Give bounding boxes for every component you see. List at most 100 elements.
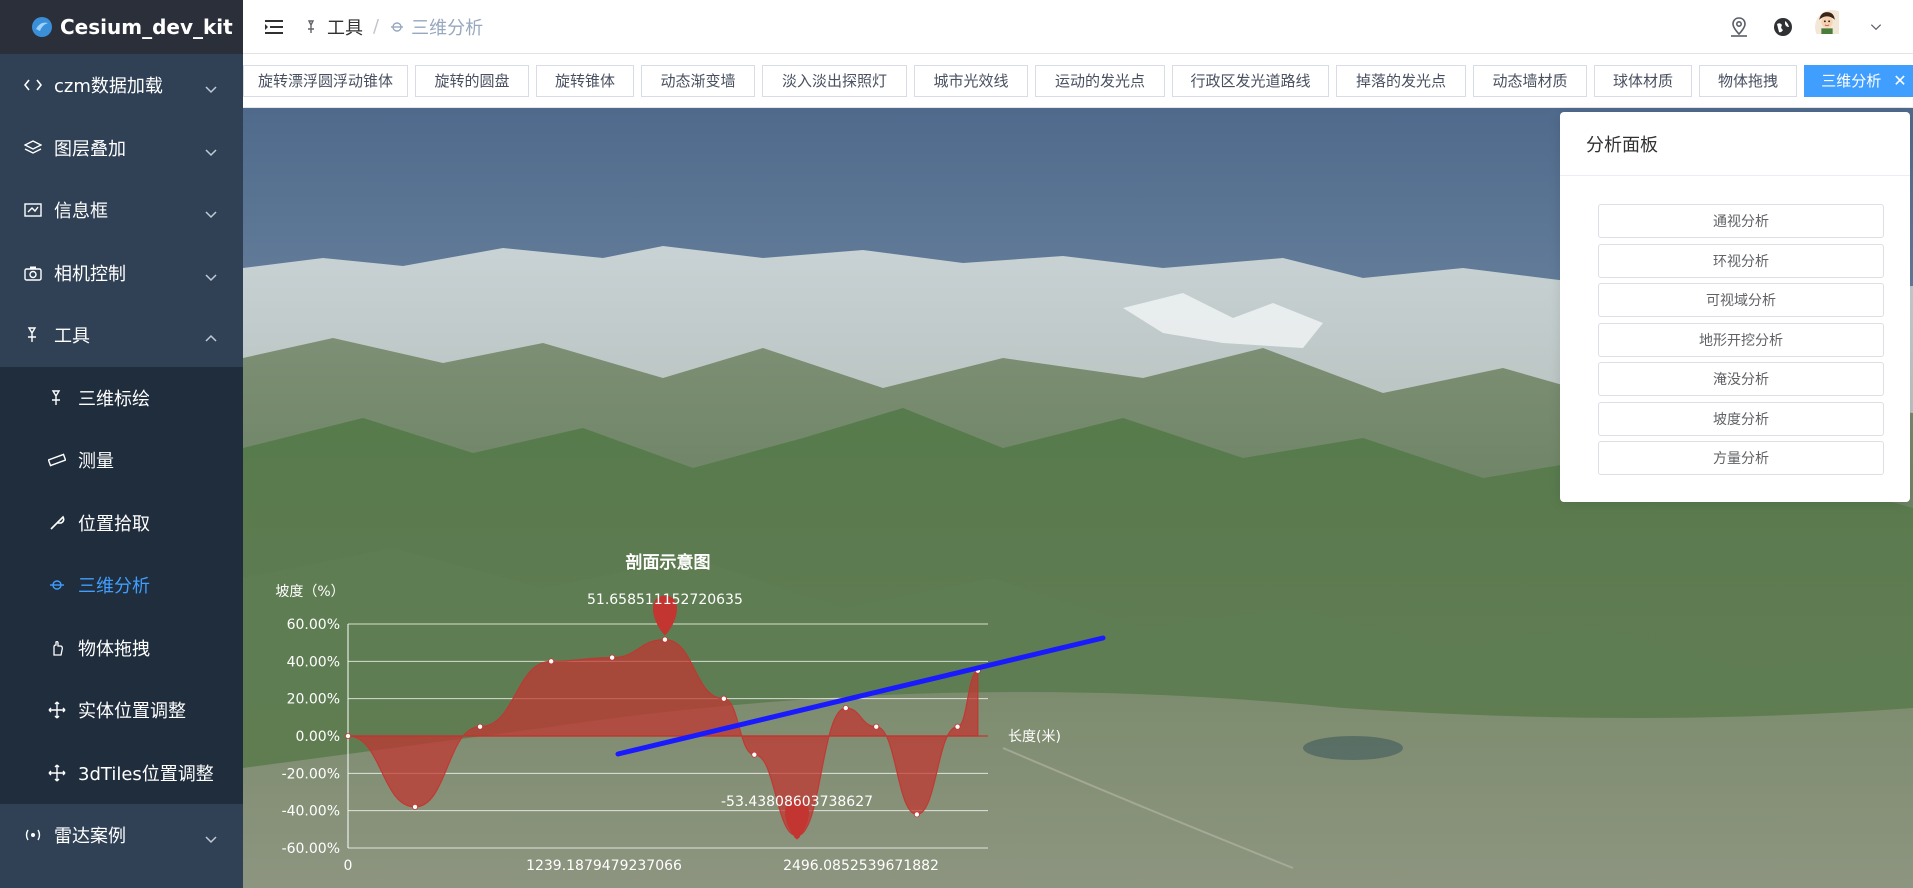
chevron-down-icon[interactable]: [1869, 20, 1883, 34]
analysis-button[interactable]: 方量分析: [1598, 441, 1884, 475]
sidebar-item[interactable]: 信息框: [0, 179, 243, 242]
analysis-button[interactable]: 淹没分析: [1598, 362, 1884, 396]
tag-item[interactable]: 三维分析 ✕: [1804, 64, 1913, 97]
breadcrumb-item-tools[interactable]: 工具: [327, 14, 363, 40]
top-navbar: 工具 / 三维分析: [243, 0, 1913, 54]
move-icon: [48, 764, 66, 782]
tag-label: 淡入淡出探照灯: [781, 72, 887, 90]
tag-label: 动态渐变墙: [660, 72, 736, 90]
navbar-actions: [1727, 0, 1883, 54]
y-tick-label: 20.00%: [287, 692, 340, 708]
tag-label: 球体材质: [1612, 72, 1673, 90]
analysis-button[interactable]: 坡度分析: [1598, 401, 1884, 436]
sidebar-item[interactable]: 图层叠加: [0, 117, 243, 180]
avatar[interactable]: [1815, 10, 1849, 44]
move-icon: [48, 701, 66, 719]
analysis-button[interactable]: 可视域分析: [1598, 283, 1884, 317]
ruler-icon: [48, 451, 66, 469]
sidebar-item-label: 3dTiles位置调整: [78, 763, 214, 785]
tag-item[interactable]: 物体拖拽: [1699, 64, 1797, 97]
camera-icon: [24, 264, 42, 282]
sidebar-item-label: 图层叠加: [54, 138, 126, 160]
sidebar-item[interactable]: 3dTiles位置调整: [0, 741, 243, 804]
tag-label: 行政区发光道路线: [1190, 72, 1311, 90]
sidebar-item[interactable]: czm数据加载: [0, 54, 243, 117]
tag-label: 物体拖拽: [1717, 72, 1778, 90]
tag-label: 动态墙材质: [1492, 72, 1568, 90]
sidebar-item[interactable]: 三维标绘: [0, 366, 243, 429]
y-tick-label: -60.00%: [282, 841, 340, 857]
tag-label: 旋转漂浮圆浮动锥体: [257, 72, 393, 90]
sidebar-item[interactable]: 实体位置调整: [0, 679, 243, 742]
y-tick-label: -40.00%: [282, 804, 340, 820]
analysis-icon: [391, 21, 404, 32]
sidebar-item[interactable]: 相机控制: [0, 242, 243, 305]
breadcrumb-separator: /: [373, 16, 380, 37]
sidebar-item-label: 测量: [78, 451, 114, 473]
chevron-down-icon: [205, 204, 217, 219]
sidebar: Cesium_dev_kit czm数据加载 图层叠加信息框 相机控制工具三维标绘测…: [0, 0, 243, 888]
tag-item[interactable]: 淡入淡出探照灯: [762, 64, 907, 97]
tool-icon: [307, 19, 315, 33]
breadcrumb-item-current: 三维分析: [411, 17, 484, 39]
x-axis-label: 长度(米): [1008, 729, 1061, 745]
app-logo[interactable]: Cesium_dev_kit: [0, 0, 243, 54]
avatar-image-icon: [1815, 10, 1839, 34]
chevron-up-icon: [205, 329, 217, 342]
sidebar-item[interactable]: 位置拾取: [0, 491, 243, 554]
radar-icon: [24, 826, 42, 844]
sidebar-submenu: 三维标绘测量位置拾取三维分析物体拖拽实体位置调整 3dTiles位置调整: [0, 366, 243, 804]
profile-chart-svg: 60.00% 40.00% 20.00% 0.00% -20.00% -40.00% -60…: [275, 552, 1106, 874]
tag-label: 旋转锥体: [554, 72, 615, 90]
tag-label: 三维分析: [1821, 72, 1882, 90]
sidebar-item[interactable]: 测量: [0, 429, 243, 492]
analysis-panel: 分析面板 通视分析 环视分析 可视域分析 地形开挖分析 淹没分析 坡度分析 方量分析: [1560, 112, 1910, 502]
sidebar-item[interactable]: 雷达案例: [0, 804, 243, 867]
location-pin-icon[interactable]: [1727, 15, 1751, 39]
sidebar-item[interactable]: 三维分析: [0, 554, 243, 617]
chevron-down-icon: [205, 829, 217, 844]
sidebar-item-label: 工具: [54, 326, 90, 348]
data-point: [609, 654, 616, 661]
globe-icon[interactable]: [1771, 15, 1795, 39]
sidebar-item[interactable]: 工具: [0, 304, 243, 367]
data-point: [913, 811, 920, 818]
panel-body: 通视分析环视分析可视域分析地形开挖分析 淹没分析坡度分析方量分析: [1560, 176, 1910, 475]
breadcrumb: 工具 / 三维分析: [305, 14, 483, 40]
data-point: [412, 803, 419, 810]
y-tick-label: 40.00%: [287, 654, 340, 670]
analysis-button[interactable]: 地形开挖分析: [1598, 322, 1884, 357]
close-icon[interactable]: ✕: [1893, 71, 1906, 90]
sidebar-item-label: 物体拖拽: [78, 638, 150, 660]
hamburger-icon[interactable]: [263, 16, 285, 38]
analysis-button[interactable]: 通视分析: [1598, 204, 1884, 238]
min-value-label: -53.43808603738627: [721, 794, 873, 810]
tag-item[interactable]: 运动的发光点: [1035, 64, 1165, 97]
profile-area: [347, 638, 979, 837]
draw-icon: [48, 389, 66, 407]
max-value-label: 51.658511152720635: [587, 592, 743, 608]
sidebar-item-label: 三维分析: [78, 576, 150, 598]
tag-item[interactable]: 掉落的发光点: [1336, 64, 1466, 97]
tag-item[interactable]: 球体材质: [1594, 64, 1692, 97]
tag-label: 运动的发光点: [1054, 72, 1145, 90]
tag-item[interactable]: 动态墙材质: [1473, 64, 1587, 97]
chevron-down-icon: [205, 267, 217, 281]
sidebar-item-label: 雷达案例: [54, 826, 126, 848]
tag-label: 掉落的发光点: [1355, 72, 1446, 90]
data-point: [720, 695, 727, 702]
tag-item[interactable]: 动态渐变墙: [641, 64, 755, 97]
sidebar-item[interactable]: 物体拖拽: [0, 616, 243, 679]
analysis-button[interactable]: 环视分析: [1598, 243, 1884, 278]
tag-item[interactable]: 行政区发光道路线: [1172, 64, 1329, 97]
data-point: [477, 723, 484, 730]
tag-item[interactable]: 旋转漂浮圆浮动锥体: [243, 64, 408, 97]
tag-item[interactable]: 旋转的圆盘: [415, 64, 529, 97]
data-point: [548, 658, 555, 665]
app-title: Cesium_dev_kit: [60, 15, 233, 39]
tag-item[interactable]: 城市光效线: [914, 64, 1028, 97]
sidebar-item-label: czm数据加载: [54, 76, 163, 98]
tag-item[interactable]: 旋转锥体: [536, 64, 634, 97]
data-point: [842, 704, 849, 711]
drag-icon: [48, 639, 66, 657]
